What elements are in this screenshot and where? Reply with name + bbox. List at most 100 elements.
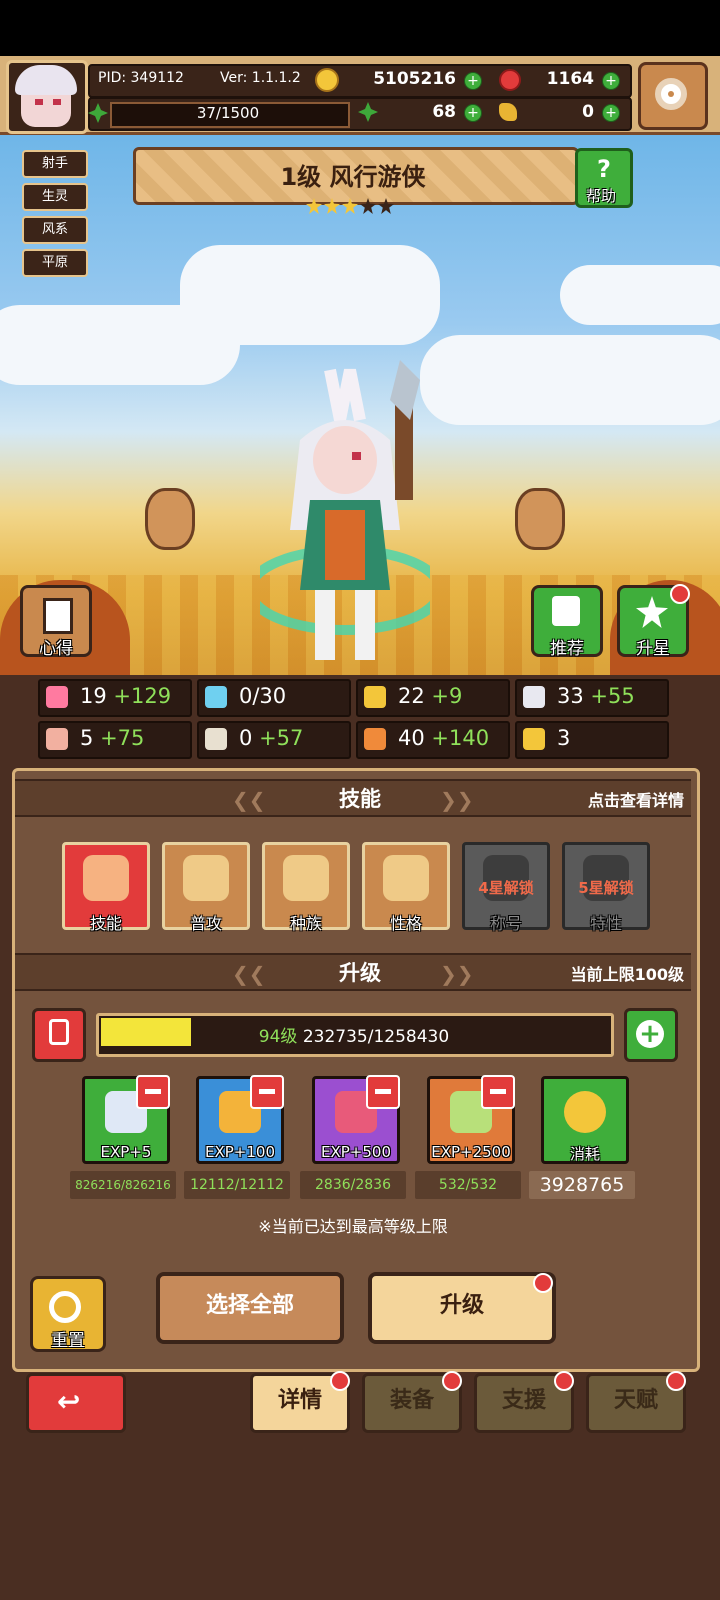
stat-value: 0 +57 xyxy=(239,726,303,750)
stat-cell: 19 +129 xyxy=(38,679,192,717)
hero-name: 1级 风行游侠 xyxy=(280,163,426,191)
skills-title: 技能 xyxy=(339,787,381,811)
potion-icon xyxy=(499,103,517,121)
exp-item-count: 826216/826216 xyxy=(70,1171,176,1199)
stat-cell: 0 +57 xyxy=(197,721,351,759)
add-gold-button[interactable]: + xyxy=(464,72,482,90)
stat-value: 40 +140 xyxy=(398,726,489,750)
scroll-icon xyxy=(43,598,73,634)
stat-base: 3 xyxy=(557,726,571,750)
help-label: 帮助 xyxy=(585,187,616,205)
upgrade-button[interactable]: 升级 xyxy=(368,1272,556,1344)
tag-element: 风系 xyxy=(22,216,88,244)
level-text: 94级 xyxy=(258,1027,298,1047)
exp-values: 232735/1258430 xyxy=(302,1027,450,1047)
star-icon xyxy=(636,596,668,628)
exp-item-count: 532/532 xyxy=(415,1171,521,1199)
notification-dot xyxy=(330,1371,350,1391)
remove-item-button[interactable] xyxy=(481,1075,515,1109)
stat-value: 5 +75 xyxy=(80,726,144,750)
stat-value: 3 xyxy=(557,726,570,750)
exp-item-label: EXP+5 xyxy=(100,1143,152,1161)
exp-item-count: 3928765 xyxy=(529,1171,635,1199)
ruby-amount: 1164 xyxy=(546,69,594,89)
empty-star-icon xyxy=(360,198,376,214)
prev-hero-button[interactable] xyxy=(145,488,195,550)
thumbs-up-icon xyxy=(552,596,580,626)
exp-item-count: 12112/12112 xyxy=(184,1171,290,1199)
potion-amount: 0 xyxy=(582,102,594,122)
notification-dot xyxy=(670,584,690,604)
gold-amount: 5105216 xyxy=(373,69,456,89)
chevron-right-icon: ❯❯ xyxy=(440,962,474,986)
add-clover-button[interactable]: + xyxy=(464,104,482,122)
level-down-button[interactable] xyxy=(32,1008,86,1062)
notes-label: 心得 xyxy=(39,639,73,659)
stamina-text: 37/1500 xyxy=(196,104,260,122)
player-avatar[interactable] xyxy=(6,60,88,134)
level-cap-note: ※当前已达到最高等级上限 xyxy=(258,1217,448,1236)
stat-cell: 3 xyxy=(515,721,669,759)
exp-item-count: 2836/2836 xyxy=(300,1171,406,1199)
stat-value: 0/30 xyxy=(239,684,286,708)
stat-bonus: +75 xyxy=(100,726,145,750)
add-potion-button[interactable]: + xyxy=(602,104,620,122)
add-exp-button[interactable]: + xyxy=(624,1008,678,1062)
stat-cell: 0/30 xyxy=(197,679,351,717)
exp-item-label: 消耗 xyxy=(569,1145,600,1163)
fist-icon xyxy=(46,728,68,750)
heart-icon xyxy=(46,686,68,708)
skill-label: 种族 xyxy=(289,914,322,933)
stat-bonus: +129 xyxy=(113,684,172,708)
stat-value: 22 +9 xyxy=(398,684,462,708)
level-cap-hint: 当前上限100级 xyxy=(570,965,684,984)
horseshoe-icon xyxy=(523,728,545,750)
settings-button[interactable] xyxy=(638,62,708,130)
stat-bonus: +57 xyxy=(259,726,304,750)
stat-cell: 40 +140 xyxy=(356,721,510,759)
gold-coin-icon xyxy=(315,68,339,92)
back-button[interactable]: ↩ xyxy=(26,1373,126,1433)
water-drop-icon xyxy=(205,686,227,708)
empty-star-icon xyxy=(378,198,394,214)
exp-item[interactable]: 消耗 xyxy=(541,1076,629,1164)
plus-icon: + xyxy=(636,1020,664,1048)
download-icon xyxy=(49,1019,69,1045)
wing-icon xyxy=(523,686,545,708)
chevron-left-icon: ❮❮ xyxy=(232,962,266,986)
add-ruby-button[interactable]: + xyxy=(602,72,620,90)
stat-bonus: +9 xyxy=(431,684,463,708)
ruby-icon xyxy=(499,69,521,91)
personality-icon xyxy=(383,855,429,901)
skill-label: 性格 xyxy=(389,914,422,933)
filled-star-icon xyxy=(306,198,322,214)
exp-item-label: EXP+2500 xyxy=(431,1143,511,1161)
shield-icon xyxy=(364,686,386,708)
notification-dot xyxy=(533,1273,553,1293)
select-all-button[interactable]: 选择全部 xyxy=(156,1272,344,1344)
exp-item-label: EXP+100 xyxy=(205,1143,275,1161)
remove-item-button[interactable] xyxy=(136,1075,170,1109)
stat-base: 22 xyxy=(398,684,425,708)
book-icon xyxy=(205,728,227,750)
chevron-right-icon: ❯❯ xyxy=(440,788,474,812)
stat-value: 19 +129 xyxy=(80,684,171,708)
skills-hint[interactable]: 点击查看详情 xyxy=(560,787,684,811)
speed-icon xyxy=(364,728,386,750)
stat-bonus: +140 xyxy=(431,726,490,750)
remove-item-button[interactable] xyxy=(366,1075,400,1109)
upgrade-title: 升级 xyxy=(339,961,381,985)
remove-item-button[interactable] xyxy=(250,1075,284,1109)
stat-bonus: +55 xyxy=(590,684,635,708)
player-id: PID: 349112 xyxy=(98,70,184,86)
stat-cell: 33 +55 xyxy=(515,679,669,717)
bow-icon xyxy=(83,855,129,901)
stat-base: 5 xyxy=(80,726,94,750)
star-up-label: 升星 xyxy=(636,639,670,659)
tag-terrain: 平原 xyxy=(22,249,88,277)
exp-item-label: EXP+500 xyxy=(321,1143,391,1161)
rabbit-icon xyxy=(283,855,329,901)
next-hero-button[interactable] xyxy=(515,488,565,550)
tag-class: 射手 xyxy=(22,150,88,178)
skill-label: 普攻 xyxy=(189,914,222,933)
